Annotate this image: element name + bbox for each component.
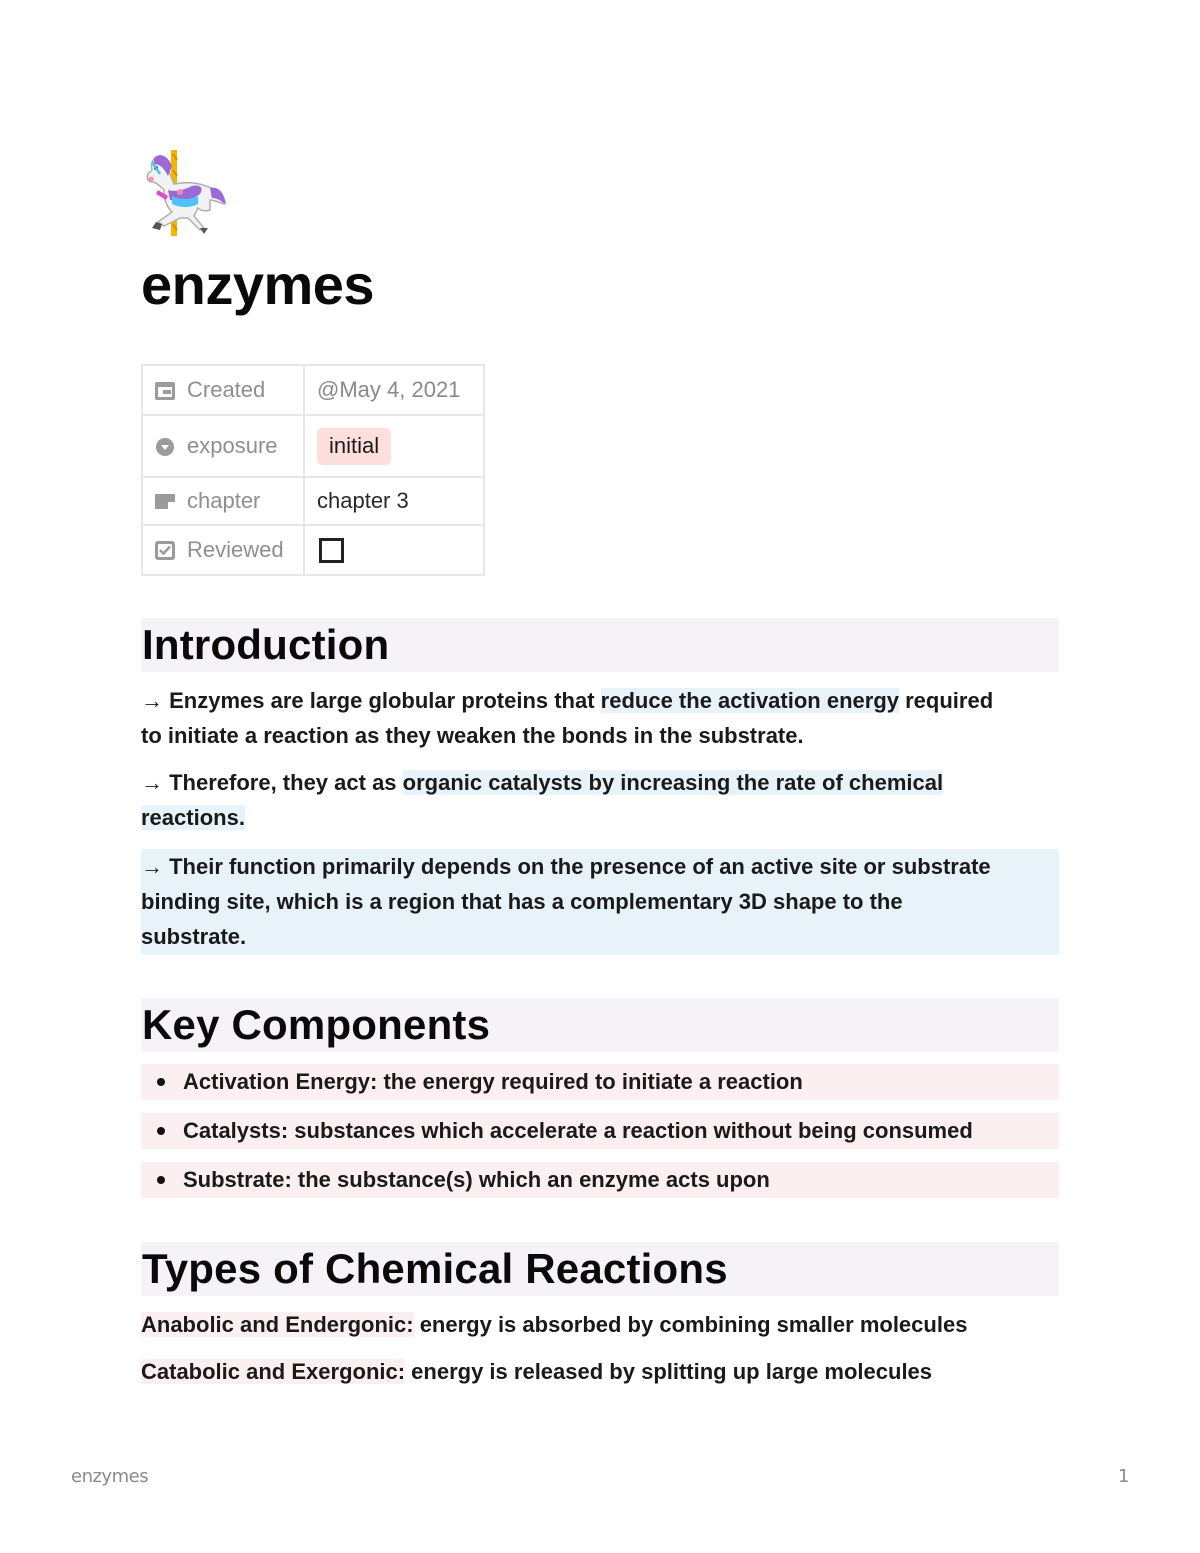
term-highlight: Catabolic and Exergonic: <box>141 1359 406 1384</box>
text-property-icon <box>155 494 175 509</box>
heading-key-components: Key Components <box>141 998 1059 1052</box>
highlight: organic catalysts by increasing the rate… <box>402 770 944 795</box>
text: → Their function primarily depends on th… <box>141 854 991 879</box>
list-item-text: Substrate: the substance(s) which an enz… <box>183 1167 770 1192</box>
text: binding site, which is a region that has… <box>141 889 903 914</box>
exposure-value[interactable]: initial <box>303 414 485 478</box>
reviewed-checkbox[interactable] <box>319 537 344 563</box>
reaction-catabolic: Catabolic and Exergonic: energy is relea… <box>141 1354 1059 1389</box>
created-date-value[interactable]: @May 4, 2021 <box>303 364 485 416</box>
list-item-text: Activation Energy: the energy required t… <box>183 1069 803 1094</box>
carousel-horse-icon <box>146 150 226 236</box>
created-date: @May 4, 2021 <box>317 377 461 402</box>
page-title: enzymes <box>141 253 375 316</box>
footer-page-number: 1 <box>1118 1466 1130 1487</box>
select-icon <box>156 438 174 456</box>
bullet-icon <box>157 1127 165 1135</box>
property-row-created: Created @May 4, 2021 <box>141 364 485 416</box>
heading-types-of-reactions: Types of Chemical Reactions <box>141 1242 1059 1296</box>
property-row-reviewed: Reviewed <box>141 524 485 576</box>
highlight: reduce the activation energy <box>600 688 899 713</box>
intro-paragraph-1: → Enzymes are large globular proteins th… <box>141 683 1059 753</box>
property-row-exposure: exposure initial <box>141 414 485 478</box>
list-item: Substrate: the substance(s) which an enz… <box>141 1162 1059 1198</box>
text: energy is absorbed by combining smaller … <box>413 1312 968 1337</box>
checkbox-property-icon <box>155 541 175 560</box>
text: required <box>899 688 994 713</box>
property-row-chapter: chapter chapter 3 <box>141 476 485 526</box>
properties-table: Created @May 4, 2021 exposure initial ch… <box>141 364 485 576</box>
calendar-icon <box>155 382 175 400</box>
list-item: Activation Energy: the energy required t… <box>141 1064 1059 1100</box>
heading-introduction: Introduction <box>141 618 1059 672</box>
highlight: reactions. <box>141 805 245 830</box>
text: → Therefore, they act as <box>141 770 403 795</box>
property-label: chapter <box>187 488 261 513</box>
text: to initiate a reaction as they weaken th… <box>141 723 804 748</box>
exposure-tag[interactable]: initial <box>317 427 392 465</box>
reaction-anabolic: Anabolic and Endergonic: energy is absor… <box>141 1307 1059 1342</box>
list-item-text: Catalysts: substances which accelerate a… <box>183 1118 973 1143</box>
list-item: Catalysts: substances which accelerate a… <box>141 1113 1059 1149</box>
chapter-text: chapter 3 <box>317 488 409 513</box>
text: energy is released by splitting up large… <box>405 1359 933 1384</box>
property-label: exposure <box>187 433 278 458</box>
text: → Enzymes are large globular proteins th… <box>141 688 601 713</box>
term-highlight: Anabolic and Endergonic: <box>141 1312 414 1337</box>
footer-title: enzymes <box>71 1466 149 1487</box>
text: substrate. <box>141 924 247 949</box>
property-label: Reviewed <box>187 537 284 562</box>
intro-paragraph-3: → Their function primarily depends on th… <box>141 849 1059 955</box>
bullet-icon <box>157 1176 165 1184</box>
property-label: Created <box>187 377 266 402</box>
bullet-icon <box>157 1078 165 1086</box>
intro-paragraph-2: → Therefore, they act as organic catalys… <box>141 765 1059 835</box>
chapter-value[interactable]: chapter 3 <box>303 476 485 526</box>
